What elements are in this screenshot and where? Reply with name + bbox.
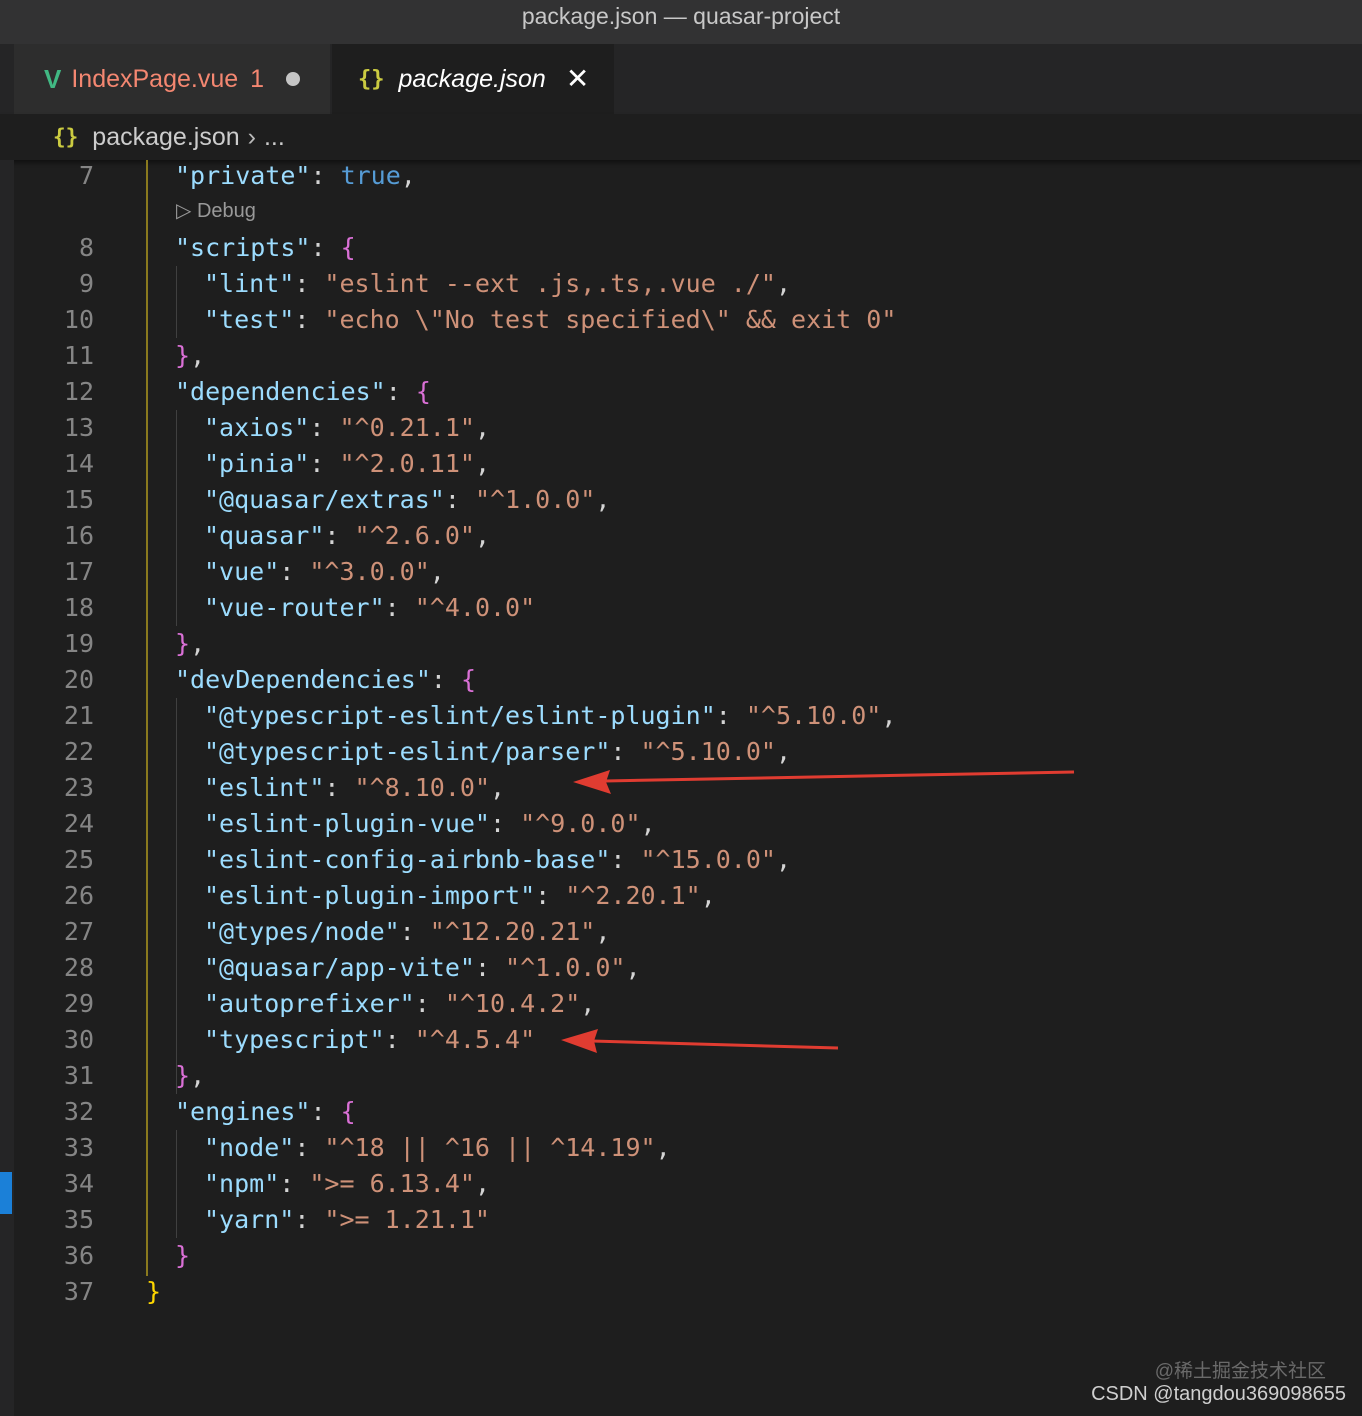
watermark-csdn: CSDN @tangdou369098655 bbox=[1091, 1383, 1346, 1405]
annotation-arrow-typescript bbox=[561, 1029, 839, 1053]
watermark-juejin: @稀土掘金技术社区 bbox=[1154, 1361, 1326, 1382]
annotation-arrow-eslint bbox=[573, 770, 1075, 794]
annotation-arrows bbox=[561, 770, 1075, 1053]
